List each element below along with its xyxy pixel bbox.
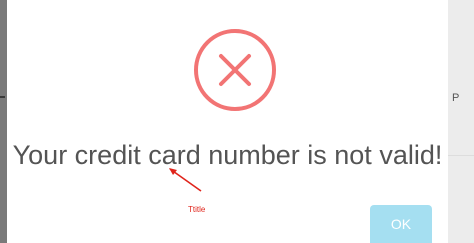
alert-message: Your credit card number is not valid! xyxy=(12,140,443,170)
backdrop-left-mark xyxy=(0,96,5,98)
backdrop-right-edge xyxy=(448,0,474,243)
error-x-icon xyxy=(194,29,276,111)
backdrop-divider xyxy=(448,155,474,156)
backdrop-partial-text: P xyxy=(452,92,460,104)
annotation-label: Ttitle xyxy=(188,205,206,214)
backdrop-left-edge xyxy=(0,0,7,243)
ok-button[interactable]: OK xyxy=(370,205,432,243)
alert-modal: Your credit card number is not valid! Tt… xyxy=(7,0,448,243)
annotation-arrow-icon xyxy=(169,168,202,192)
